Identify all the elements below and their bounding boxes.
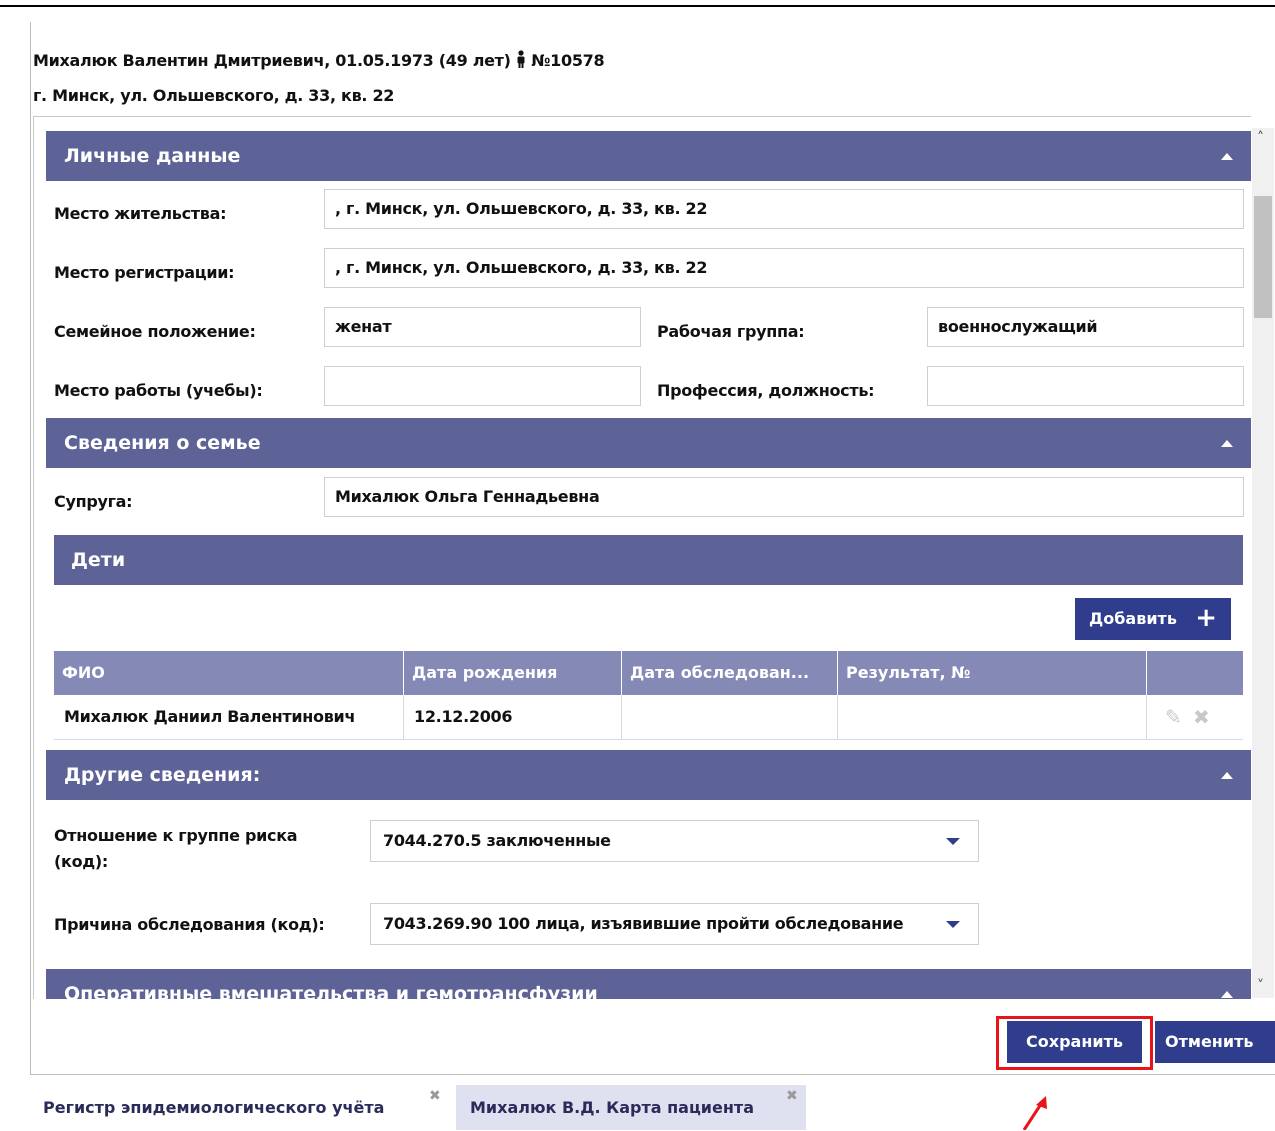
- scrollbar-thumb[interactable]: [1254, 196, 1272, 318]
- plus-icon: +: [1195, 603, 1217, 633]
- chevron-down-icon[interactable]: [946, 921, 960, 928]
- male-icon: [516, 50, 526, 72]
- column-header[interactable]: ФИО: [54, 651, 404, 695]
- cancel-button[interactable]: Отменить: [1155, 1021, 1275, 1063]
- profession-field[interactable]: [927, 366, 1244, 406]
- collapse-icon[interactable]: [1221, 772, 1233, 779]
- reason-label: Причина обследования (код):: [54, 915, 325, 934]
- collapse-icon[interactable]: [1221, 991, 1233, 998]
- profession-label: Профессия, должность:: [657, 381, 875, 400]
- tab-patient-card[interactable]: Михалюк В.Д. Карта пациента ✖: [456, 1085, 806, 1130]
- tab-label: Михалюк В.Д. Карта пациента: [470, 1098, 754, 1117]
- patient-name-date: Михалюк Валентин Дмитриевич, 01.05.1973 …: [33, 51, 511, 70]
- residence-label: Место жительства:: [54, 204, 227, 223]
- spouse-label: Супруга:: [54, 492, 133, 511]
- add-child-button[interactable]: Добавить +: [1075, 598, 1231, 640]
- tab-epid-register[interactable]: Регистр эпидемиологического учёта ✖: [33, 1085, 451, 1130]
- residence-field[interactable]: , г. Минск, ул. Ольшевского, д. 33, кв. …: [324, 189, 1244, 229]
- close-icon[interactable]: ✖: [786, 1073, 798, 1119]
- column-header-actions: [1147, 651, 1243, 695]
- workplace-label: Место работы (учебы):: [54, 381, 263, 400]
- section-operations-header[interactable]: Оперативные вмешательства и гемотрансфуз…: [46, 969, 1251, 999]
- collapse-icon[interactable]: [1221, 440, 1233, 447]
- scroll-up-icon[interactable]: ˄: [1257, 130, 1264, 146]
- reason-select[interactable]: 7043.269.90 100 лица, изъявившие пройти …: [370, 903, 979, 945]
- children-table-header: ФИО Дата рождения Дата обследован... Рез…: [54, 651, 1243, 695]
- section-other-header[interactable]: Другие сведения:: [46, 750, 1251, 800]
- column-header[interactable]: Дата обследован...: [622, 651, 838, 695]
- section-title: Другие сведения:: [64, 764, 261, 786]
- risk-group-label: Отношение к группе риска (код):: [54, 826, 298, 871]
- risk-group-select[interactable]: 7044.270.5 заключенные: [370, 820, 979, 862]
- table-row[interactable]: Михалюк Даниил Валентинович 12.12.2006 ✎…: [54, 695, 1243, 740]
- column-header[interactable]: Результат, №: [838, 651, 1147, 695]
- cell-actions: ✎ ✖: [1147, 695, 1243, 739]
- edit-icon[interactable]: ✎: [1165, 706, 1182, 728]
- save-highlight-box: [996, 1016, 1153, 1070]
- spouse-field[interactable]: Михалюк Ольга Геннадьевна: [324, 477, 1244, 517]
- work-group-label: Рабочая группа:: [657, 322, 805, 341]
- delete-icon[interactable]: ✖: [1193, 706, 1210, 728]
- section-family-header[interactable]: Сведения о семье: [46, 418, 1251, 468]
- cell-name: Михалюк Даниил Валентинович: [54, 695, 404, 739]
- section-title: Сведения о семье: [64, 432, 261, 454]
- scroll-down-icon[interactable]: ˅: [1257, 978, 1264, 994]
- section-personal-header[interactable]: Личные данные: [46, 131, 1251, 181]
- add-label: Добавить: [1089, 609, 1177, 628]
- risk-group-value: 7044.270.5 заключенные: [383, 831, 611, 850]
- tab-label: Регистр эпидемиологического учёта: [43, 1098, 385, 1117]
- cell-result: [838, 695, 1147, 739]
- chevron-down-icon[interactable]: [946, 838, 960, 845]
- close-icon[interactable]: ✖: [429, 1073, 441, 1119]
- children-header: Дети: [54, 535, 1243, 585]
- cell-exam-date: [622, 695, 838, 739]
- patient-number: №10578: [531, 51, 605, 70]
- reason-value: 7043.269.90 100 лица, изъявившие пройти …: [383, 914, 904, 933]
- form-scroll-area[interactable]: Личные данные Место жительства: , г. Мин…: [33, 116, 1251, 999]
- pointer-arrow-icon: [1022, 1096, 1047, 1130]
- collapse-icon[interactable]: [1221, 153, 1233, 160]
- marital-label: Семейное положение:: [54, 322, 256, 341]
- registration-field[interactable]: , г. Минск, ул. Ольшевского, д. 33, кв. …: [324, 248, 1244, 288]
- marital-field[interactable]: женат: [324, 307, 641, 347]
- section-title: Оперативные вмешательства и гемотрансфуз…: [64, 983, 598, 999]
- registration-label: Место регистрации:: [54, 263, 235, 282]
- vertical-scrollbar[interactable]: ˄ ˅: [1252, 128, 1274, 998]
- top-border: [0, 5, 1275, 7]
- patient-header: Михалюк Валентин Дмитриевич, 01.05.1973 …: [33, 50, 605, 72]
- cell-birth: 12.12.2006: [404, 695, 622, 739]
- patient-address: г. Минск, ул. Ольшевского, д. 33, кв. 22: [33, 86, 395, 105]
- workplace-field[interactable]: [324, 366, 641, 406]
- section-title: Личные данные: [64, 145, 241, 167]
- work-group-field[interactable]: военнослужащий: [927, 307, 1244, 347]
- column-header[interactable]: Дата рождения: [404, 651, 622, 695]
